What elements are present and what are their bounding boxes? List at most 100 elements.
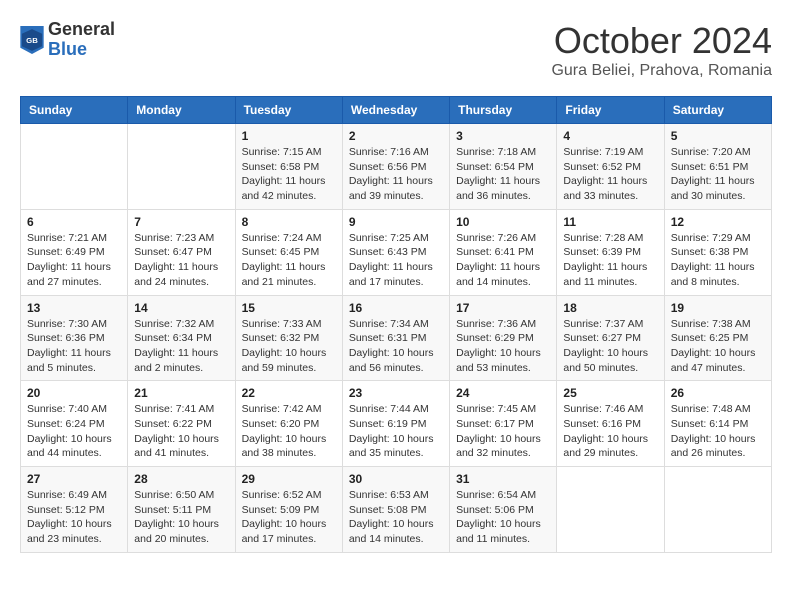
day-info: Sunrise: 7:21 AMSunset: 6:49 PMDaylight:… (27, 231, 121, 290)
day-info: Sunrise: 7:40 AMSunset: 6:24 PMDaylight:… (27, 402, 121, 461)
calendar-cell: 21 Sunrise: 7:41 AMSunset: 6:22 PMDayligh… (128, 381, 235, 467)
calendar-cell (664, 467, 771, 553)
day-info: Sunrise: 6:52 AMSunset: 5:09 PMDaylight:… (242, 488, 336, 547)
calendar-cell: 30 Sunrise: 6:53 AMSunset: 5:08 PMDayligh… (342, 467, 449, 553)
day-number: 17 (456, 301, 550, 315)
calendar-cell: 16 Sunrise: 7:34 AMSunset: 6:31 PMDayligh… (342, 295, 449, 381)
calendar-cell: 26 Sunrise: 7:48 AMSunset: 6:14 PMDayligh… (664, 381, 771, 467)
calendar-cell: 14 Sunrise: 7:32 AMSunset: 6:34 PMDayligh… (128, 295, 235, 381)
day-info: Sunrise: 6:53 AMSunset: 5:08 PMDaylight:… (349, 488, 443, 547)
day-info: Sunrise: 7:45 AMSunset: 6:17 PMDaylight:… (456, 402, 550, 461)
calendar-cell: 24 Sunrise: 7:45 AMSunset: 6:17 PMDayligh… (450, 381, 557, 467)
calendar-cell (21, 124, 128, 210)
col-header-tuesday: Tuesday (235, 97, 342, 124)
calendar-cell: 8 Sunrise: 7:24 AMSunset: 6:45 PMDaylight… (235, 209, 342, 295)
day-number: 29 (242, 472, 336, 486)
calendar-cell: 4 Sunrise: 7:19 AMSunset: 6:52 PMDaylight… (557, 124, 664, 210)
calendar-cell: 5Sunrise: 7:20 AMSunset: 6:51 PMDaylight… (664, 124, 771, 210)
day-info: Sunrise: 7:46 AMSunset: 6:16 PMDaylight:… (563, 402, 657, 461)
day-number: 20 (27, 386, 121, 400)
day-number: 12 (671, 215, 765, 229)
day-number: 2 (349, 129, 443, 143)
calendar-cell: 23Sunrise: 7:44 AMSunset: 6:19 PMDayligh… (342, 381, 449, 467)
day-info: Sunrise: 7:37 AMSunset: 6:27 PMDaylight:… (563, 317, 657, 376)
col-header-wednesday: Wednesday (342, 97, 449, 124)
day-info: Sunrise: 7:28 AMSunset: 6:39 PMDaylight:… (563, 231, 657, 290)
month-title: October 2024 (551, 20, 772, 62)
day-number: 4 (563, 129, 657, 143)
location-title: Gura Beliei, Prahova, Romania (551, 62, 772, 80)
day-info: Sunrise: 7:44 AMSunset: 6:19 PMDaylight:… (349, 402, 443, 461)
day-info: Sunrise: 6:50 AMSunset: 5:11 PMDaylight:… (134, 488, 228, 547)
day-number: 9 (349, 215, 443, 229)
calendar-cell: 19Sunrise: 7:38 AMSunset: 6:25 PMDayligh… (664, 295, 771, 381)
calendar-header-row: SundayMondayTuesdayWednesdayThursdayFrid… (21, 97, 772, 124)
day-number: 16 (349, 301, 443, 315)
logo-general-text: General (48, 20, 115, 40)
day-number: 27 (27, 472, 121, 486)
day-info: Sunrise: 7:48 AMSunset: 6:14 PMDaylight:… (671, 402, 765, 461)
day-number: 7 (134, 215, 228, 229)
logo-blue-text: Blue (48, 40, 115, 60)
day-number: 21 (134, 386, 228, 400)
logo: GB General Blue (20, 20, 115, 60)
calendar-cell (557, 467, 664, 553)
day-number: 10 (456, 215, 550, 229)
calendar-cell: 3 Sunrise: 7:18 AMSunset: 6:54 PMDaylight… (450, 124, 557, 210)
day-number: 15 (242, 301, 336, 315)
calendar-cell: 29 Sunrise: 6:52 AMSunset: 5:09 PMDayligh… (235, 467, 342, 553)
calendar-cell: 18 Sunrise: 7:37 AMSunset: 6:27 PMDayligh… (557, 295, 664, 381)
day-info: Sunrise: 7:20 AMSunset: 6:51 PMDaylight:… (671, 145, 765, 204)
day-info: Sunrise: 7:32 AMSunset: 6:34 PMDaylight:… (134, 317, 228, 376)
col-header-saturday: Saturday (664, 97, 771, 124)
day-info: Sunrise: 7:19 AMSunset: 6:52 PMDaylight:… (563, 145, 657, 204)
day-number: 14 (134, 301, 228, 315)
day-info: Sunrise: 7:23 AMSunset: 6:47 PMDaylight:… (134, 231, 228, 290)
calendar-cell: 7 Sunrise: 7:23 AMSunset: 6:47 PMDaylight… (128, 209, 235, 295)
col-header-friday: Friday (557, 97, 664, 124)
calendar-cell: 22Sunrise: 7:42 AMSunset: 6:20 PMDayligh… (235, 381, 342, 467)
day-number: 3 (456, 129, 550, 143)
col-header-monday: Monday (128, 97, 235, 124)
calendar-cell: 6Sunrise: 7:21 AMSunset: 6:49 PMDaylight… (21, 209, 128, 295)
calendar-table: SundayMondayTuesdayWednesdayThursdayFrid… (20, 96, 772, 553)
calendar-cell: 31Sunrise: 6:54 AMSunset: 5:06 PMDayligh… (450, 467, 557, 553)
day-info: Sunrise: 7:33 AMSunset: 6:32 PMDaylight:… (242, 317, 336, 376)
calendar-cell: 11Sunrise: 7:28 AMSunset: 6:39 PMDayligh… (557, 209, 664, 295)
calendar-cell: 10Sunrise: 7:26 AMSunset: 6:41 PMDayligh… (450, 209, 557, 295)
day-number: 26 (671, 386, 765, 400)
day-info: Sunrise: 7:29 AMSunset: 6:38 PMDaylight:… (671, 231, 765, 290)
day-info: Sunrise: 7:16 AMSunset: 6:56 PMDaylight:… (349, 145, 443, 204)
day-number: 25 (563, 386, 657, 400)
calendar-cell: 17Sunrise: 7:36 AMSunset: 6:29 PMDayligh… (450, 295, 557, 381)
calendar-week-row: 13Sunrise: 7:30 AMSunset: 6:36 PMDayligh… (21, 295, 772, 381)
day-number: 22 (242, 386, 336, 400)
day-info: Sunrise: 6:49 AMSunset: 5:12 PMDaylight:… (27, 488, 121, 547)
calendar-week-row: 1 Sunrise: 7:15 AMSunset: 6:58 PMDaylight… (21, 124, 772, 210)
title-block: October 2024 Gura Beliei, Prahova, Roman… (551, 20, 772, 80)
calendar-cell: 20 Sunrise: 7:40 AMSunset: 6:24 PMDayligh… (21, 381, 128, 467)
calendar-cell (128, 124, 235, 210)
calendar-cell: 1 Sunrise: 7:15 AMSunset: 6:58 PMDaylight… (235, 124, 342, 210)
day-number: 24 (456, 386, 550, 400)
calendar-cell: 28Sunrise: 6:50 AMSunset: 5:11 PMDayligh… (128, 467, 235, 553)
day-number: 31 (456, 472, 550, 486)
calendar-cell: 2 Sunrise: 7:16 AMSunset: 6:56 PMDaylight… (342, 124, 449, 210)
day-info: Sunrise: 7:24 AMSunset: 6:45 PMDaylight:… (242, 231, 336, 290)
day-info: Sunrise: 7:41 AMSunset: 6:22 PMDaylight:… (134, 402, 228, 461)
calendar-cell: 13Sunrise: 7:30 AMSunset: 6:36 PMDayligh… (21, 295, 128, 381)
calendar-week-row: 6Sunrise: 7:21 AMSunset: 6:49 PMDaylight… (21, 209, 772, 295)
day-info: Sunrise: 7:25 AMSunset: 6:43 PMDaylight:… (349, 231, 443, 290)
logo-text: General Blue (48, 20, 115, 60)
day-info: Sunrise: 7:34 AMSunset: 6:31 PMDaylight:… (349, 317, 443, 376)
calendar-cell: 9 Sunrise: 7:25 AMSunset: 6:43 PMDaylight… (342, 209, 449, 295)
calendar-cell: 27 Sunrise: 6:49 AMSunset: 5:12 PMDayligh… (21, 467, 128, 553)
day-number: 18 (563, 301, 657, 315)
day-number: 1 (242, 129, 336, 143)
day-number: 8 (242, 215, 336, 229)
day-number: 30 (349, 472, 443, 486)
day-info: Sunrise: 7:18 AMSunset: 6:54 PMDaylight:… (456, 145, 550, 204)
day-info: Sunrise: 7:38 AMSunset: 6:25 PMDaylight:… (671, 317, 765, 376)
calendar-cell: 25 Sunrise: 7:46 AMSunset: 6:16 PMDayligh… (557, 381, 664, 467)
day-info: Sunrise: 7:15 AMSunset: 6:58 PMDaylight:… (242, 145, 336, 204)
